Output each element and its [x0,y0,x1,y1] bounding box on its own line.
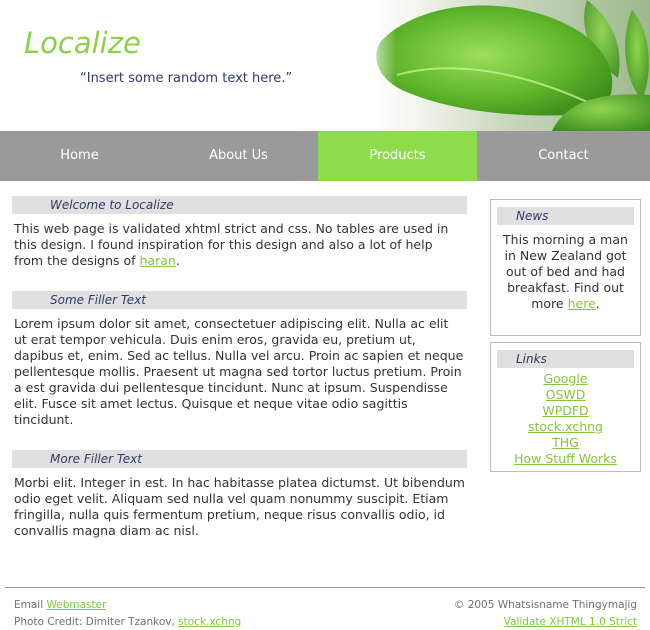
link-wpdfd[interactable]: WPDFD [542,403,588,418]
stock-xchng-credit-link[interactable]: stock.xchng [178,616,241,628]
footer-validate: Validate XHTML 1.0 Strict [504,616,637,628]
section-text: Lorem ipsum dolor sit amet, consectetuer… [14,316,464,427]
header: Localize “Insert some random text here.” [0,0,650,131]
link-stock-xchng[interactable]: stock.xchng [528,419,603,434]
news-more-link[interactable]: here [568,296,596,311]
main-content: Welcome to Localize This web page is val… [12,196,467,561]
list-item: OSWD [497,387,634,403]
section-filler: Some Filler Text Lorem ipsum dolor sit a… [12,291,467,428]
list-item: Google [497,371,634,387]
site-logo: Localize [24,26,141,60]
section-title: Some Filler Text [12,291,467,309]
section-title: More Filler Text [12,450,467,468]
webmaster-link[interactable]: Webmaster [46,599,106,611]
news-text: This morning a man in New Zealand got ou… [503,232,628,311]
haran-link[interactable]: haran [140,253,176,268]
links-list: Google OSWD WPDFD stock.xchng THG How St… [497,368,634,467]
nav-contact[interactable]: Contact [477,131,650,181]
nav-products[interactable]: Products [318,131,477,181]
footer-divider [5,587,645,588]
main-navigation: Home About Us Products Contact [0,131,650,181]
link-google[interactable]: Google [543,371,587,386]
list-item: stock.xchng [497,419,634,435]
section-more-filler: More Filler Text Morbi elit. Integer in … [12,450,467,539]
validate-xhtml-link[interactable]: Validate XHTML 1.0 Strict [504,616,637,628]
section-welcome: Welcome to Localize This web page is val… [12,196,467,269]
footer-photo-credit: Photo Credit: Dimiter Tzankov, stock.xch… [14,616,242,628]
news-title: News [497,207,634,225]
nav-home[interactable]: Home [0,131,159,181]
section-text: Morbi elit. Integer in est. In hac habit… [14,475,465,538]
link-thg[interactable]: THG [552,435,579,450]
section-title: Welcome to Localize [12,196,467,214]
link-oswd[interactable]: OSWD [546,387,586,402]
slogan: “Insert some random text here.” [80,71,293,86]
footer-email: Email Webmaster [14,599,107,611]
link-how-stuff-works[interactable]: How Stuff Works [514,451,617,466]
list-item: THG [497,435,634,451]
links-box: Links Google OSWD WPDFD stock.xchng THG … [490,342,641,472]
links-title: Links [497,350,634,368]
footer-copyright: © 2005 Whatsisname Thingymajig [453,599,637,611]
list-item: WPDFD [497,403,634,419]
list-item: How Stuff Works [497,451,634,467]
nav-about-us[interactable]: About Us [159,131,318,181]
leaf-banner-image [362,0,650,131]
section-text: This web page is validated xhtml strict … [14,221,449,268]
news-box: News This morning a man in New Zealand g… [490,199,641,336]
